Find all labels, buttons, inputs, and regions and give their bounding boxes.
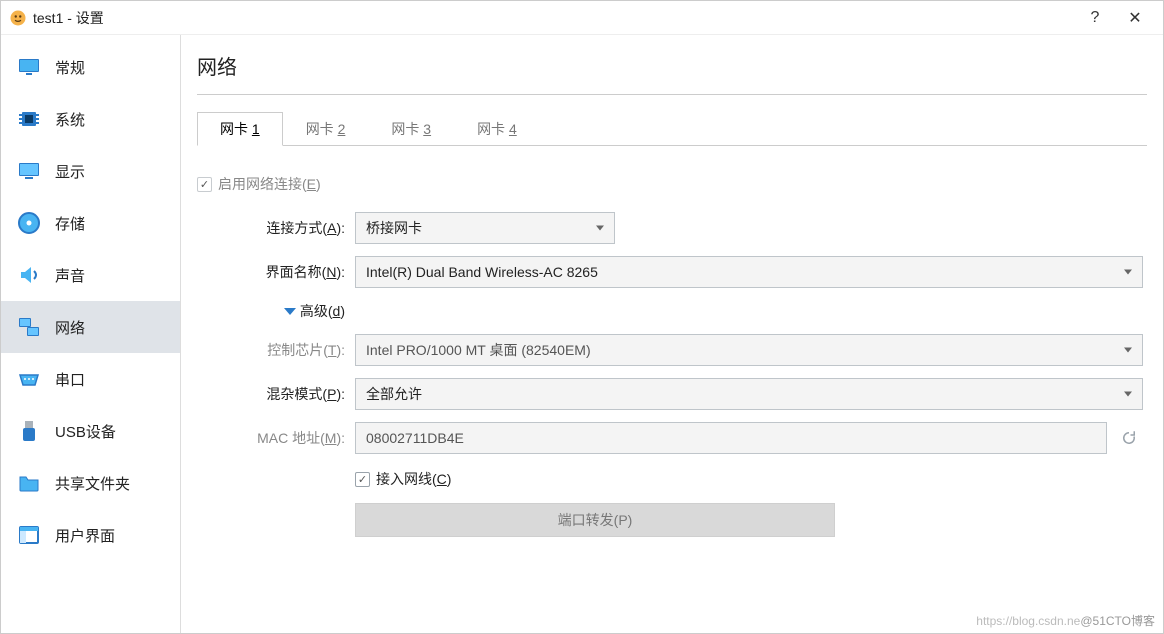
attached-to-label: 连接方式(A): bbox=[197, 218, 355, 238]
sidebar-item-general[interactable]: 常规 bbox=[1, 41, 180, 93]
enable-network-checkbox[interactable]: 启用网络连接(E) bbox=[197, 174, 321, 194]
adapter-name-select[interactable]: Intel(R) Dual Band Wireless-AC 8265 bbox=[355, 256, 1143, 288]
app-icon bbox=[9, 9, 27, 27]
titlebar: test1 - 设置 ? ✕ bbox=[1, 1, 1163, 35]
sidebar-item-label: USB设备 bbox=[55, 421, 116, 442]
adapter-tabs: 网卡 1 网卡 2 网卡 3 网卡 4 bbox=[197, 111, 1147, 146]
window-body: 常规 系统 显示 存储 声音 网络 bbox=[1, 35, 1163, 633]
sidebar-item-storage[interactable]: 存储 bbox=[1, 197, 180, 249]
promiscuous-label: 混杂模式(P): bbox=[197, 384, 355, 404]
mac-address-field[interactable]: 08002711DB4E bbox=[355, 422, 1107, 454]
network-icon bbox=[17, 315, 41, 339]
sidebar-item-label: 显示 bbox=[55, 161, 85, 182]
layout-icon bbox=[17, 523, 41, 547]
sidebar-item-system[interactable]: 系统 bbox=[1, 93, 180, 145]
chip-icon bbox=[17, 107, 41, 131]
promiscuous-select[interactable]: 全部允许 bbox=[355, 378, 1143, 410]
monitor-icon bbox=[17, 55, 41, 79]
help-button[interactable]: ? bbox=[1075, 1, 1115, 35]
sidebar-item-label: 用户界面 bbox=[55, 525, 115, 546]
tab-adapter-3[interactable]: 网卡 3 bbox=[368, 112, 454, 146]
port-forwarding-button[interactable]: 端口转发(P) bbox=[355, 503, 835, 537]
checkbox-icon bbox=[197, 177, 212, 192]
tab-adapter-1[interactable]: 网卡 1 bbox=[197, 112, 283, 146]
speaker-icon bbox=[17, 263, 41, 287]
attached-to-select[interactable]: 桥接网卡 bbox=[355, 212, 615, 244]
adapter-type-select[interactable]: Intel PRO/1000 MT 桌面 (82540EM) bbox=[355, 334, 1143, 366]
usb-icon bbox=[17, 419, 41, 443]
settings-window: test1 - 设置 ? ✕ 常规 系统 显示 存储 bbox=[0, 0, 1164, 634]
refresh-mac-button[interactable] bbox=[1115, 424, 1143, 452]
sidebar-item-label: 系统 bbox=[55, 109, 85, 130]
watermark: https://blog.csdn.ne@51CTO博客 bbox=[976, 612, 1155, 629]
sidebar-item-label: 网络 bbox=[55, 317, 85, 338]
tab-adapter-4[interactable]: 网卡 4 bbox=[454, 112, 540, 146]
sidebar-item-display[interactable]: 显示 bbox=[1, 145, 180, 197]
folder-icon bbox=[17, 471, 41, 495]
sidebar-item-network[interactable]: 网络 bbox=[1, 301, 180, 353]
page-title: 网络 bbox=[197, 47, 1147, 95]
refresh-icon bbox=[1120, 429, 1138, 447]
sidebar-item-usb[interactable]: USB设备 bbox=[1, 405, 180, 457]
triangle-down-icon bbox=[284, 308, 296, 315]
cable-connected-checkbox[interactable]: 接入网线(C) bbox=[355, 469, 451, 489]
tab-adapter-2[interactable]: 网卡 2 bbox=[283, 112, 369, 146]
adapter-type-label: 控制芯片(T): bbox=[197, 340, 355, 360]
sidebar-item-label: 串口 bbox=[55, 369, 85, 390]
disk-icon bbox=[17, 211, 41, 235]
sidebar-item-label: 声音 bbox=[55, 265, 85, 286]
sidebar-item-audio[interactable]: 声音 bbox=[1, 249, 180, 301]
checkbox-icon bbox=[355, 472, 370, 487]
sidebar-item-label: 常规 bbox=[55, 57, 85, 78]
adapter-name-label: 界面名称(N): bbox=[197, 262, 355, 282]
sidebar-item-label: 共享文件夹 bbox=[55, 473, 130, 494]
adapter-form: 启用网络连接(E) 连接方式(A): 桥接网卡 界面名称(N): Intel(R… bbox=[197, 146, 1147, 542]
mac-address-label: MAC 地址(M): bbox=[197, 428, 355, 448]
advanced-toggle[interactable]: 高级(d) bbox=[284, 301, 345, 321]
close-button[interactable]: ✕ bbox=[1115, 1, 1155, 35]
sidebar-item-shared[interactable]: 共享文件夹 bbox=[1, 457, 180, 509]
sidebar: 常规 系统 显示 存储 声音 网络 bbox=[1, 35, 181, 633]
sidebar-item-label: 存储 bbox=[55, 213, 85, 234]
window-title: test1 - 设置 bbox=[33, 8, 1075, 28]
serial-port-icon bbox=[17, 367, 41, 391]
display-icon bbox=[17, 159, 41, 183]
main-panel: 网络 网卡 1 网卡 2 网卡 3 网卡 4 bbox=[181, 35, 1163, 633]
sidebar-item-ui[interactable]: 用户界面 bbox=[1, 509, 180, 561]
sidebar-item-serial[interactable]: 串口 bbox=[1, 353, 180, 405]
